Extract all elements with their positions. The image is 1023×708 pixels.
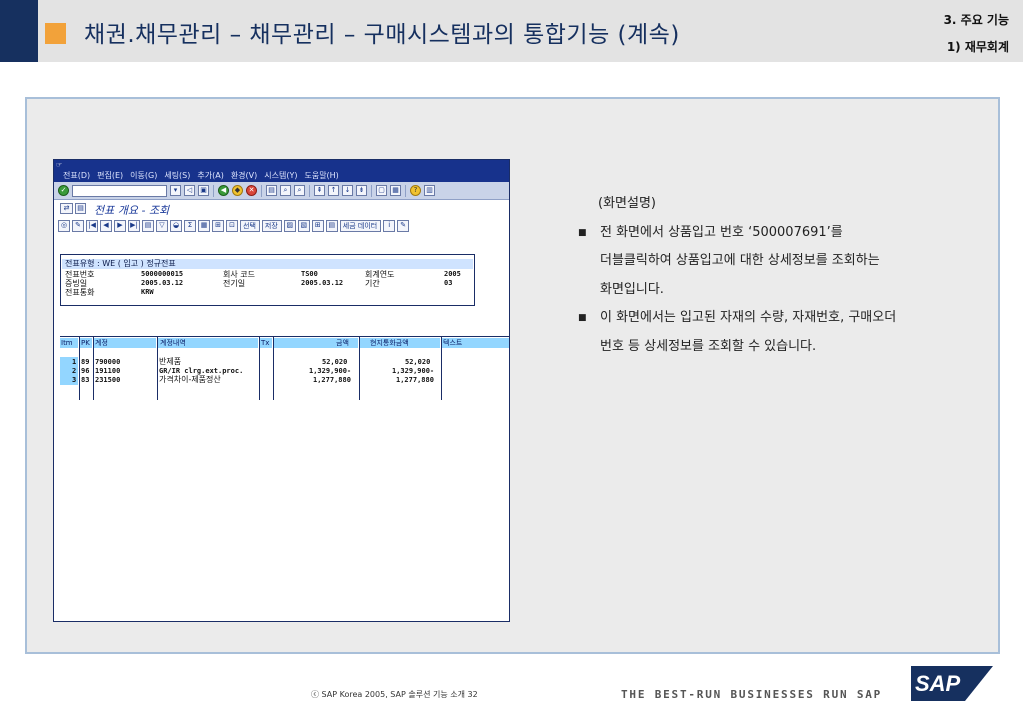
sort-icon[interactable]: ◒ [170,220,182,232]
menu-item-environment[interactable]: 환경(V) [231,170,257,181]
taxes-icon[interactable]: ▨ [283,220,296,232]
layout-change-icon[interactable]: ⊞ [212,220,224,232]
value-currency: KRW [141,288,154,296]
back-icon[interactable]: ◀ [218,185,229,196]
back-arrow-icon[interactable]: ◁ [184,185,195,196]
col-header-item[interactable]: Itm [61,338,73,348]
reference-icon[interactable]: ▧ [297,220,310,232]
exit-icon[interactable]: ◆ [232,185,243,196]
footer-copyright: ⓒ SAP Korea 2005, SAP 솔루션 기능 소개 32 [311,690,478,699]
subsection-label: 1) 재무회계 [946,40,1009,54]
shortcut-icon[interactable]: ▦ [390,185,401,196]
document-icon[interactable]: ▤ [75,203,86,214]
filter-icon[interactable]: ▽ [156,220,168,232]
prev-page-icon[interactable]: ↑ [328,185,339,196]
bullet-square-icon: ■ [578,313,587,323]
display-icon[interactable]: ◎ [58,220,70,232]
label-currency: 전표통화 [65,288,95,297]
col-header-pk[interactable]: PK [81,338,90,348]
choose-icon[interactable]: ⊡ [226,220,238,232]
bullet-square-icon: ■ [578,227,587,238]
line-items-table: Itm PK 계정 계정내역 Tx 금액 현지통화금액 텍스트 1 89 790… [60,336,509,400]
label-doc-number: 전표번호 [65,270,95,279]
value-company-code: TS00 [301,270,318,278]
sap-application-toolbar: ◎ ✎ |◀ ◀ ▶ ▶| ▤ ▽ ◒ Σ ▦ ⊞ ⊡ 선택 저장 ▨ ▧ ⊞ … [54,218,509,234]
last-page-icon[interactable]: ⇟ [356,185,367,196]
header-orange-square [45,23,66,44]
label-fiscal-year: 회계연도 [365,270,395,279]
menu-item-extras[interactable]: 추가(A) [197,170,223,181]
screen-title: 전표 개요 - 조회 [94,204,170,217]
edit-pencil-icon[interactable]: ✎ [72,220,84,232]
sap-logo-icon: SAP [911,666,993,701]
layout-icon[interactable]: ▥ [424,185,435,196]
sap-window-icon: ☞ [56,161,63,169]
print-icon[interactable]: ▤ [266,185,277,196]
help-icon[interactable]: ? [410,185,421,196]
save-icon[interactable]: ▣ [198,185,209,196]
document-header-box: 전표유형 : WE ( 입고 ) 정규전표 전표번호 증빙일 전표통화 5000… [60,254,475,306]
info-icon[interactable]: i [383,220,396,232]
menu-item-system[interactable]: 시스템(Y) [264,170,297,181]
value-fiscal-year: 2005 [444,270,461,278]
command-field[interactable] [72,184,167,197]
cancel-icon[interactable]: ✕ [246,185,257,196]
col-header-text[interactable]: 텍스트 [443,338,462,348]
value-document-date: 2005.03.12 [141,279,184,287]
find-icon[interactable]: ⌕ [280,185,291,196]
subtotal-icon[interactable]: Σ [184,220,196,232]
value-posting-date: 2005.03.12 [301,279,344,287]
find-next-icon[interactable]: ⌕ [294,185,305,196]
next-item-icon[interactable]: ▶ [114,220,126,232]
page-title: 채권.채무관리 – 채무관리 – 구매시스템과의 통합기능 (계속) [84,22,680,48]
sap-window: ☞ 전표(D) 편집(E) 이동(G) 세팅(S) 추가(A) 환경(V) 시스… [53,159,510,622]
value-period: 03 [444,279,453,287]
command-dropdown-icon[interactable]: ▾ [170,185,181,196]
prev-item-icon[interactable]: ◀ [100,220,112,232]
screen-description: (화면설명) ■ 전 화면에서 상품입고 번호 ‘500007691’를 더블클… [578,190,983,361]
section-label: 3. 주요 기능 [943,13,1009,27]
next-page-icon[interactable]: ↓ [342,185,353,196]
menu-item-help[interactable]: 도움말(H) [304,170,338,181]
description-bullet: ■ 전 화면에서 상품입고 번호 ‘500007691’를 더블클릭하여 상품입… [578,219,983,305]
col-header-account-desc[interactable]: 계정내역 [160,338,186,348]
new-session-icon[interactable]: ▢ [376,185,387,196]
col-header-amount[interactable]: 금액 [336,338,349,348]
description-bullet: ■ 이 화면에서는 입고된 자재의 수량, 자재번호, 구매오더 번호 등 상세… [578,304,983,361]
label-period: 기간 [365,279,380,288]
enter-icon[interactable]: ✓ [58,185,69,196]
col-header-account[interactable]: 계정 [95,338,108,348]
value-doc-number: 5000000015 [141,270,184,278]
first-page-icon[interactable]: ⇞ [314,185,325,196]
display-change-icon[interactable]: ⇄ [60,203,73,214]
document-type-line: 전표유형 : WE ( 입고 ) 정규전표 [62,259,473,269]
label-posting-date: 전기일 [223,279,246,288]
tax-data-button[interactable]: 세금 데이터 [339,220,382,232]
footer-tagline: THE BEST-RUN BUSINESSES RUN SAP [621,688,883,701]
last-item-icon[interactable]: ▶| [128,220,140,232]
label-document-date: 증빙일 [65,279,88,288]
first-item-icon[interactable]: |◀ [86,220,98,232]
label-company-code: 회사 코드 [223,270,255,279]
col-header-tax[interactable]: Tx [261,338,269,348]
export-icon[interactable]: ▦ [198,220,210,232]
header-navy-block [0,0,38,62]
doc-flow-icon[interactable]: ⊞ [311,220,324,232]
menu-item-settings[interactable]: 세팅(S) [164,170,190,181]
notes-icon[interactable]: ✎ [397,220,410,232]
menu-item-edit[interactable]: 편집(E) [97,170,123,181]
sap-standard-toolbar: ✓ ▾ ◁ ▣ ◀ ◆ ✕ ▤ ⌕ ⌕ ⇞ ↑ ↓ ⇟ ▢ ▦ ? ▥ [54,182,509,200]
sap-menubar: ☞ 전표(D) 편집(E) 이동(G) 세팅(S) 추가(A) 환경(V) 시스… [54,160,509,182]
print-list-icon[interactable]: ▤ [142,220,154,232]
sap-logo-text: SAP [915,671,961,696]
description-caption: (화면설명) [598,196,656,211]
screen-title-bar: ⇄ ▤ 전표 개요 - 조회 [54,200,509,218]
col-header-local-amount[interactable]: 현지통화금액 [370,338,409,348]
list-icon[interactable]: ▤ [325,220,338,232]
select-button[interactable]: 선택 [240,220,260,232]
save-layout-button[interactable]: 저장 [261,220,282,232]
menu-item-document[interactable]: 전표(D) [63,170,90,181]
menu-item-goto[interactable]: 이동(G) [130,170,157,181]
